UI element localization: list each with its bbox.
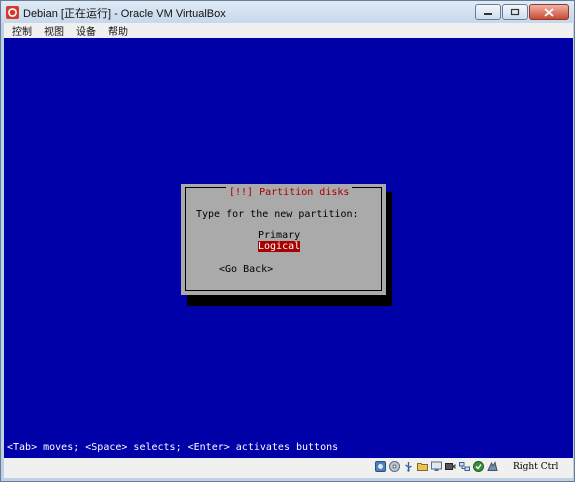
menu-bar: 控制 视图 设备 帮助: [4, 23, 573, 38]
window-controls: [475, 4, 569, 20]
mouse-integration-icon[interactable]: [473, 461, 484, 472]
close-icon: [544, 7, 554, 17]
shared-folders-icon[interactable]: [417, 461, 428, 472]
menu-view[interactable]: 视图: [44, 23, 64, 38]
menu-devices[interactable]: 设备: [76, 23, 96, 38]
option-logical[interactable]: Logical: [258, 241, 301, 252]
menu-machine[interactable]: 控制: [12, 23, 32, 38]
vm-display[interactable]: [!!] Partition disks Type for the new pa…: [4, 38, 573, 458]
virtualbox-window: Debian [正在运行] - Oracle VM VirtualBox 控制 …: [0, 0, 575, 482]
display-icon[interactable]: [431, 461, 442, 472]
virtualbox-app-icon: [6, 6, 19, 19]
dialog-title: [!!] Partition disks: [226, 187, 353, 198]
menu-help[interactable]: 帮助: [108, 23, 128, 38]
partition-dialog: [!!] Partition disks Type for the new pa…: [181, 184, 386, 295]
host-key-icon[interactable]: [487, 461, 498, 472]
minimize-button[interactable]: [475, 4, 501, 20]
hard-disk-icon[interactable]: [375, 461, 386, 472]
status-bar: Right Ctrl: [4, 458, 573, 478]
minimize-icon: [484, 13, 492, 15]
status-icons: [375, 461, 498, 472]
usb-icon[interactable]: [403, 461, 414, 472]
network-icon[interactable]: [459, 461, 470, 472]
restore-icon: [510, 8, 520, 16]
close-button[interactable]: [529, 4, 569, 20]
dialog-frame: [!!] Partition disks Type for the new pa…: [185, 187, 382, 291]
host-key-label: Right Ctrl: [513, 462, 559, 472]
optical-drive-icon[interactable]: [389, 461, 400, 472]
title-bar[interactable]: Debian [正在运行] - Oracle VM VirtualBox: [1, 1, 574, 23]
option-primary[interactable]: Primary: [258, 230, 300, 241]
go-back-button[interactable]: <Go Back>: [219, 264, 273, 275]
window-title: Debian [正在运行] - Oracle VM VirtualBox: [23, 8, 226, 20]
restore-button[interactable]: [502, 4, 528, 20]
dialog-prompt: Type for the new partition:: [196, 209, 359, 220]
video-capture-icon[interactable]: [445, 461, 456, 472]
help-line: <Tab> moves; <Space> selects; <Enter> ac…: [7, 442, 339, 453]
